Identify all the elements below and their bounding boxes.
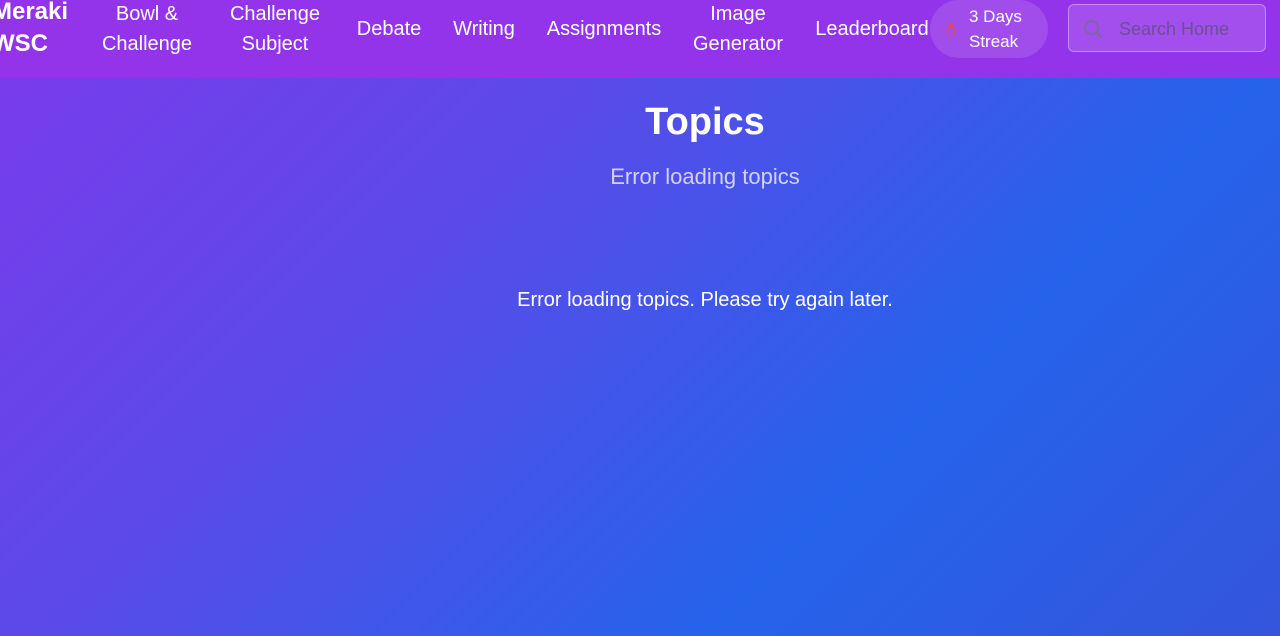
page-title: Topics (645, 101, 765, 143)
error-message: Error loading topics. Please try again l… (517, 289, 893, 311)
nav-item-debate[interactable]: Debate (348, 0, 430, 58)
brand-logo-text[interactable]: Meraki WSC (0, 0, 72, 60)
nav-item-leaderboard[interactable]: Leaderboard (808, 0, 936, 58)
search-input[interactable] (1119, 13, 1259, 45)
nav-item-assignments[interactable]: Assignments (538, 0, 670, 58)
nav-item-bowl-challenge[interactable]: Bowl & Challenge (92, 0, 202, 58)
flame-icon (946, 22, 956, 36)
nav-item-image-generator[interactable]: Image Generator (684, 0, 792, 58)
page-subtitle: Error loading topics (610, 164, 800, 189)
nav-item-writing[interactable]: Writing (444, 0, 524, 58)
streak-badge[interactable]: 3 Days Streak (930, 0, 1048, 58)
streak-label: 3 Days Streak (969, 7, 1022, 51)
nav-item-challenge-subject[interactable]: Challenge Subject (220, 0, 330, 58)
search-box[interactable] (1068, 4, 1266, 52)
top-navbar: Meraki WSC Bowl & Challenge Challenge Su… (0, 0, 1280, 78)
search-icon (1084, 20, 1102, 38)
